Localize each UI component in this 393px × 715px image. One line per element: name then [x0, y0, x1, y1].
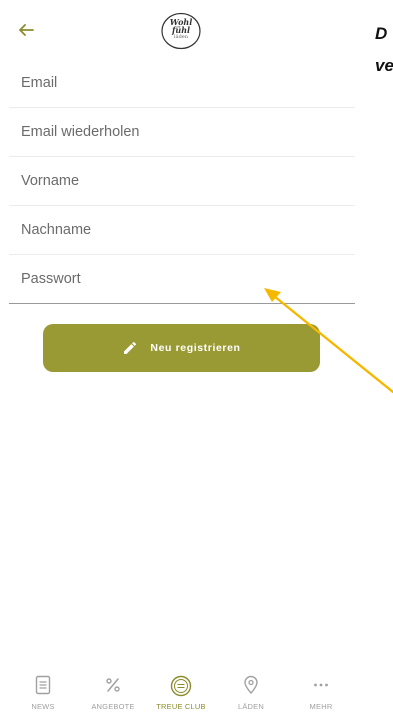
arrow-left-icon	[19, 24, 34, 36]
wohlfuehlladen-logo: Wohl fühl läden	[160, 12, 202, 50]
annotation-text-fragment: ve	[375, 56, 393, 75]
annotation-arrow-icon	[264, 288, 393, 394]
tab-news[interactable]: NEWS	[12, 668, 74, 715]
treue-club-icon	[170, 675, 192, 697]
tab-treue-club[interactable]: TREUE CLUB	[150, 668, 212, 715]
news-icon	[35, 675, 51, 695]
location-pin-icon	[244, 675, 258, 695]
first-name-field[interactable]	[21, 167, 341, 195]
register-button-label: Neu registrieren	[150, 342, 241, 354]
email-field[interactable]	[21, 69, 341, 97]
last-name-field[interactable]	[21, 216, 341, 244]
bottom-tab-bar: NEWS ANGEBOTE TREUE CLUB LÄDEN MEHR	[0, 668, 365, 715]
email-repeat-field[interactable]	[21, 118, 341, 146]
tab-label: TREUE CLUB	[156, 702, 206, 711]
percent-icon	[106, 678, 120, 692]
back-button[interactable]	[14, 18, 38, 42]
pencil-icon	[124, 341, 137, 354]
tab-mehr[interactable]: MEHR	[290, 668, 352, 715]
more-dots-icon	[314, 683, 328, 687]
tab-label: ANGEBOTE	[91, 702, 135, 711]
tab-label: NEWS	[31, 702, 55, 711]
annotation-text-fragment: D	[375, 24, 388, 43]
registration-form	[9, 59, 355, 304]
tab-label: LÄDEN	[237, 702, 264, 711]
tab-label: MEHR	[309, 702, 333, 711]
annotation-side-text: D ve	[375, 18, 393, 88]
email-repeat-field-row	[9, 108, 355, 157]
logo-text-line: fühl	[171, 25, 191, 35]
tab-laeden[interactable]: LÄDEN	[220, 668, 282, 715]
logo-text-line: läden	[174, 34, 188, 40]
first-name-field-row	[9, 157, 355, 206]
email-field-row	[9, 59, 355, 108]
tab-angebote[interactable]: ANGEBOTE	[82, 668, 144, 715]
last-name-field-row	[9, 206, 355, 255]
